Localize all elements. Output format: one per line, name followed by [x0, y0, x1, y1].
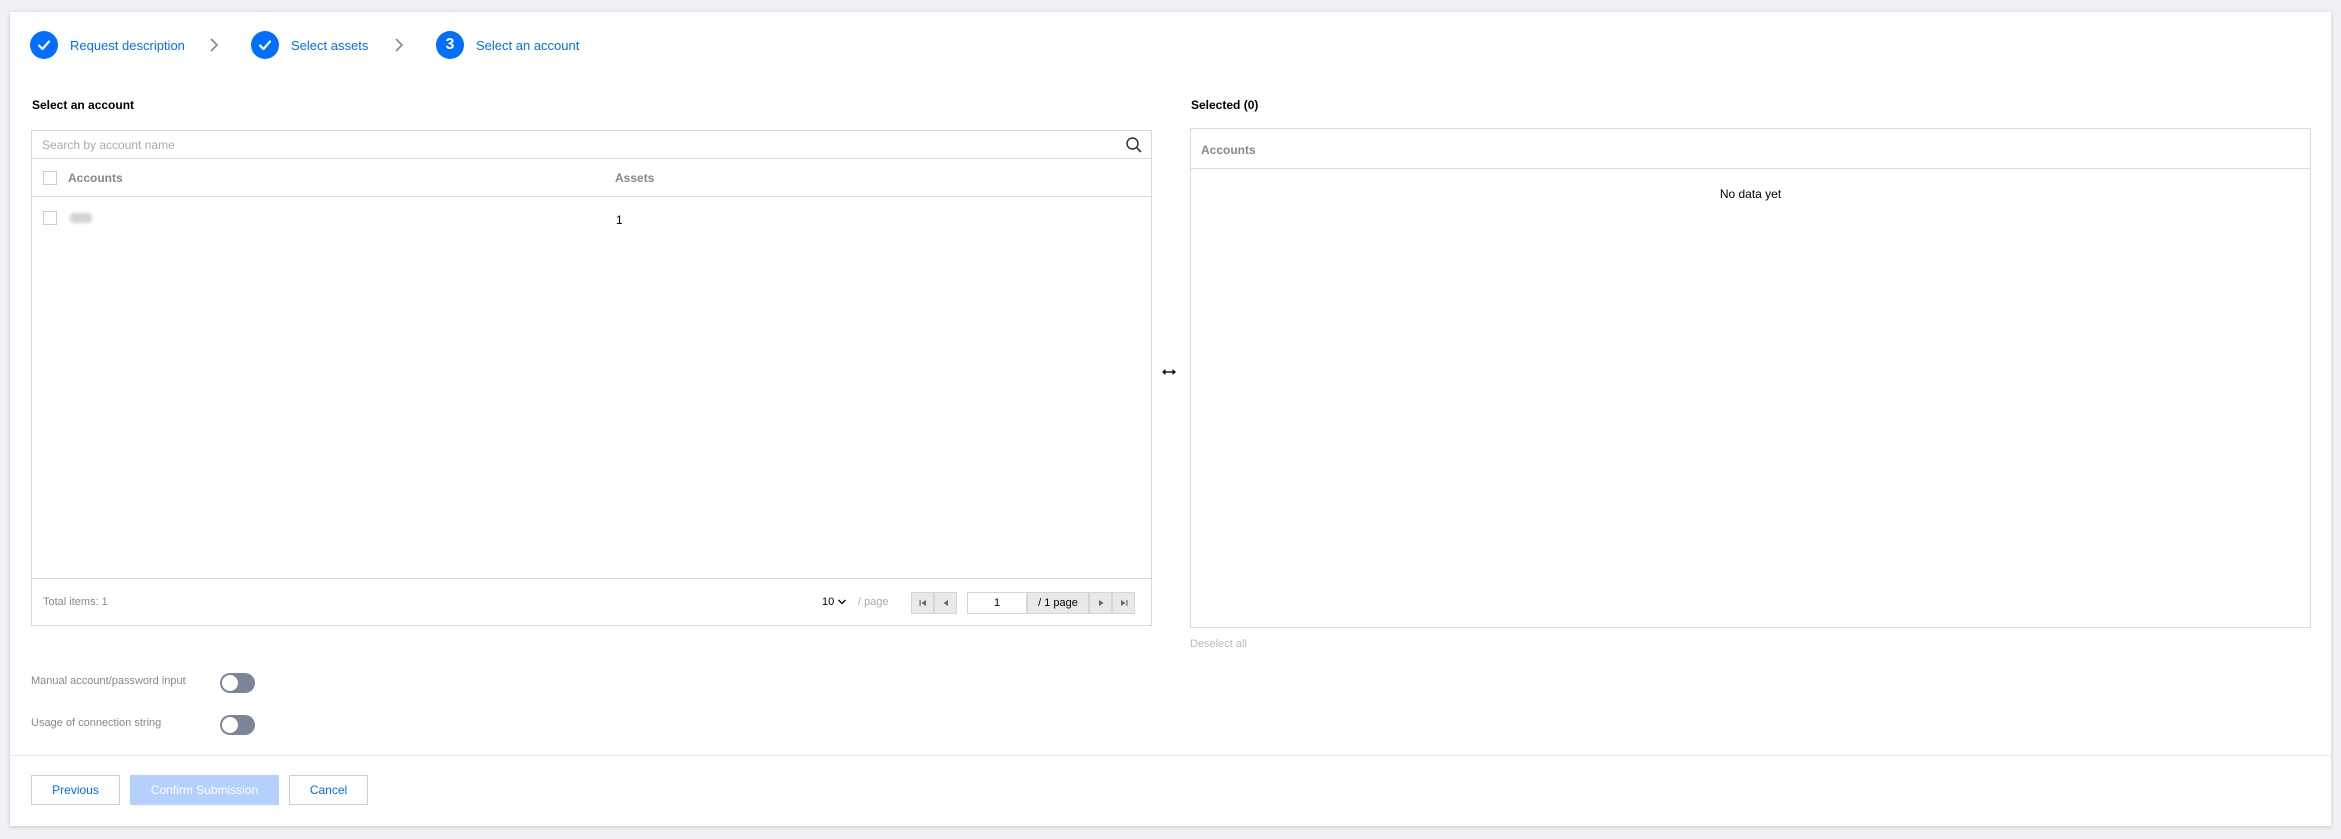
prev-page-icon — [943, 600, 948, 606]
previous-button[interactable]: Previous — [31, 775, 120, 805]
step-request-description[interactable]: Request description — [30, 30, 185, 60]
step-label: Request description — [70, 37, 185, 53]
confirm-submission-button[interactable]: Confirm Submission — [130, 775, 279, 805]
check-icon — [258, 40, 272, 51]
prev-page-button[interactable] — [934, 592, 957, 614]
step-number-circle: 3 — [436, 31, 464, 59]
check-icon — [37, 40, 51, 51]
total-items: Total items: 1 — [43, 596, 108, 608]
page-number-input[interactable] — [967, 592, 1027, 614]
page-total: / 1 page — [1027, 592, 1089, 614]
connection-string-toggle[interactable] — [220, 715, 255, 735]
page-size-select[interactable]: 10 — [822, 596, 847, 608]
select-all-checkbox[interactable] — [43, 171, 57, 185]
chevron-right-icon — [392, 37, 406, 53]
connection-string-label: Usage of connection string — [31, 717, 162, 729]
selected-panel: Accounts No data yet — [1190, 128, 2311, 628]
first-page-icon — [919, 600, 926, 606]
manual-input-toggle[interactable] — [220, 673, 255, 693]
step-label: Select assets — [291, 37, 369, 53]
step-select-account[interactable]: 3 Select an account — [436, 30, 579, 60]
next-page-button[interactable] — [1089, 592, 1112, 614]
swap-icon — [1162, 369, 1176, 375]
column-header-assets: Assets — [615, 171, 655, 185]
chevron-right-icon — [207, 37, 221, 53]
step-done-circle — [251, 31, 279, 59]
column-header-accounts: Accounts — [68, 171, 123, 185]
row-checkbox[interactable] — [43, 211, 57, 225]
asset-count: 1 — [616, 213, 623, 227]
toggle-knob — [222, 717, 238, 733]
table-header: Accounts Assets — [32, 159, 1151, 197]
selected-table-header: Accounts — [1191, 129, 2310, 169]
next-page-icon — [1098, 600, 1103, 606]
step-done-circle — [30, 31, 58, 59]
step-select-assets[interactable]: Select assets — [251, 30, 368, 60]
footer-divider — [10, 755, 2331, 756]
search-icon[interactable] — [1125, 136, 1143, 154]
empty-state-text: No data yet — [1719, 187, 1782, 201]
per-page-label: / page — [858, 596, 889, 608]
last-page-button[interactable] — [1112, 592, 1135, 614]
account-name-redacted — [70, 213, 92, 223]
last-page-icon — [1120, 600, 1127, 606]
selected-title: Selected (0) — [1191, 98, 1259, 112]
chevron-down-icon — [838, 599, 847, 605]
step-label: Select an account — [476, 37, 580, 53]
deselect-all-link[interactable]: Deselect all — [1190, 638, 1247, 650]
cancel-button[interactable]: Cancel — [289, 775, 368, 805]
column-header-accounts: Accounts — [1201, 143, 1256, 157]
search-input[interactable] — [32, 131, 1151, 159]
toggle-knob — [222, 675, 238, 691]
manual-input-label: Manual account/password input — [31, 675, 186, 687]
table-row[interactable]: 1 — [32, 197, 1151, 241]
account-table: Accounts Assets 1 Total items: 1 10 / pa… — [31, 130, 1152, 626]
page-size-value: 10 — [822, 596, 835, 608]
left-panel-title: Select an account — [32, 98, 135, 112]
first-page-button[interactable] — [911, 592, 934, 614]
pagination: Total items: 1 10 / page / 1 page — [32, 579, 1151, 625]
